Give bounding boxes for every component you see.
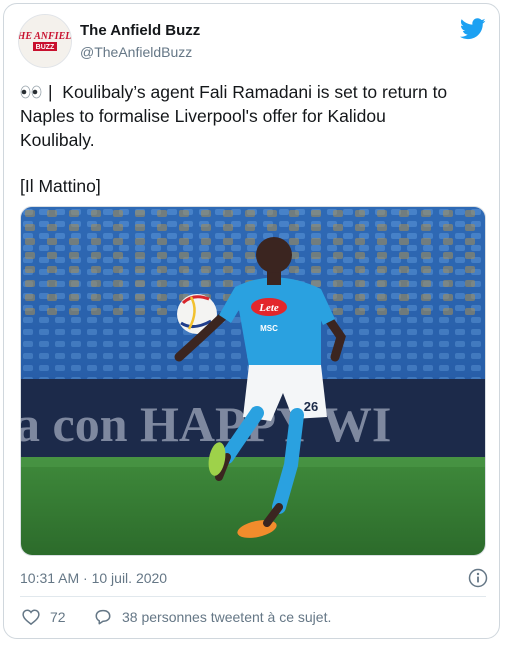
twitter-bird-icon[interactable] [460, 18, 486, 40]
eyes-emoji-icon [20, 85, 42, 99]
tweet-card: THE ANFIELD BUZZ The Anfield Buzz @TheAn… [3, 3, 500, 639]
banner-text: a con HAPPY WI [21, 396, 391, 452]
svg-text:THE ANFIELD: THE ANFIELD [19, 31, 71, 42]
reply-text: 38 personnes tweetent à ce sujet. [122, 609, 332, 625]
tweet-timestamp[interactable]: 10:31 AM · 10 juil. 2020 [20, 570, 167, 586]
info-icon[interactable] [468, 568, 488, 588]
tweet-photo[interactable]: a con HAPPY WI Lete MSC 26 [20, 206, 486, 556]
anfield-buzz-logo-icon: THE ANFIELD BUZZ [19, 15, 71, 67]
likes-count: 72 [50, 609, 66, 625]
heart-icon [22, 609, 40, 626]
tweet-text-line-3: Koulibaly. [20, 130, 95, 150]
tweet-source: [Il Mattino] [20, 176, 101, 196]
reply-button[interactable]: 38 personnes tweetent à ce sujet. [94, 606, 331, 628]
display-name[interactable]: The Anfield Buzz [80, 22, 200, 39]
tweet-text-line-1: | Koulibaly’s agent Fali Ramadani is set… [20, 80, 490, 104]
svg-text:BUZZ: BUZZ [36, 44, 55, 51]
like-button[interactable]: 72 [22, 606, 66, 628]
kit-text: MSC [260, 324, 278, 333]
speech-bubble-icon [95, 609, 111, 625]
tweet-text-part-1: Koulibaly’s agent Fali Ramadani is set t… [62, 82, 448, 102]
profile-avatar[interactable]: THE ANFIELD BUZZ [18, 14, 72, 68]
tweet-text-line-2: Naples to formalise Liverpool's offer fo… [20, 106, 386, 126]
divider [20, 596, 486, 597]
sponsor-text: Lete [258, 302, 279, 314]
koulibaly-photo-illustration: a con HAPPY WI Lete MSC 26 [21, 207, 485, 555]
separator: | [48, 82, 53, 102]
user-handle[interactable]: @TheAnfieldBuzz [80, 44, 192, 60]
shirt-number: 26 [304, 399, 318, 414]
